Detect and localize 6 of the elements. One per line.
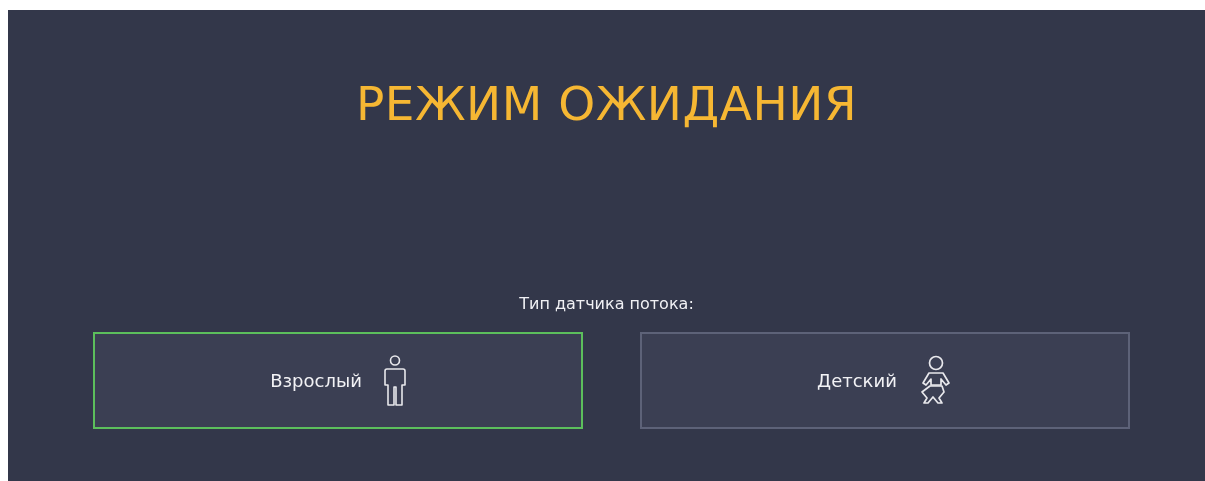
adult-sensor-button[interactable]: Взрослый (93, 332, 583, 429)
baby-icon (918, 354, 953, 407)
screen-title: РЕЖИМ ОЖИДАНИЯ (354, 75, 859, 133)
sensor-type-label: Тип датчика потока: (518, 293, 695, 315)
child-sensor-button[interactable]: Детский (640, 332, 1130, 429)
person-icon (383, 354, 406, 407)
